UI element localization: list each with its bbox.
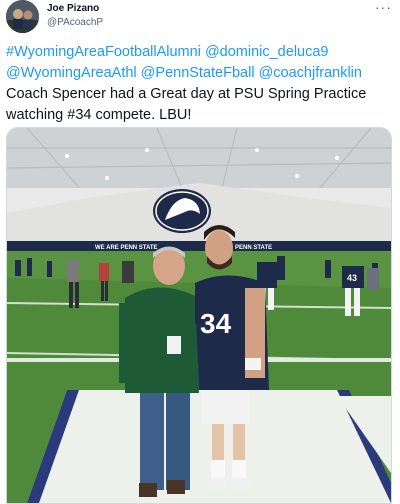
tweet-text: #WyomingAreaFootballAlumni @dominic_delu… bbox=[6, 42, 396, 126]
mention-link[interactable]: @dominic_deluca9 bbox=[205, 44, 329, 60]
banner-left: WE ARE PENN STATE bbox=[95, 245, 158, 251]
tweet-body: Coach Spencer had a Great day at PSU Spr… bbox=[6, 86, 367, 123]
tweet-header: Joe Pizano @PAcoachP ··· bbox=[6, 0, 394, 36]
back-jersey-number: 43 bbox=[347, 273, 357, 283]
more-options-icon[interactable]: ··· bbox=[375, 0, 392, 14]
tweet-photo[interactable]: WE ARE PENN STATE PENN STATE 43 34 bbox=[6, 127, 392, 504]
author-name[interactable]: Joe Pizano bbox=[47, 3, 99, 14]
mention-link[interactable]: @PennStateFball bbox=[141, 65, 255, 81]
practice-photo: WE ARE PENN STATE PENN STATE 43 34 bbox=[7, 128, 391, 503]
jersey-number: 34 bbox=[200, 308, 232, 339]
author-avatar[interactable] bbox=[6, 0, 39, 33]
author-handle[interactable]: @PAcoachP bbox=[47, 17, 103, 28]
banner-right: PENN STATE bbox=[235, 245, 272, 251]
avatar-photo-icon bbox=[6, 0, 39, 33]
hashtag-link[interactable]: #WyomingAreaFootballAlumni bbox=[6, 44, 201, 60]
mention-link[interactable]: @coachjfranklin bbox=[259, 65, 362, 81]
mention-link[interactable]: @WyomingAreaAthl bbox=[6, 65, 137, 81]
